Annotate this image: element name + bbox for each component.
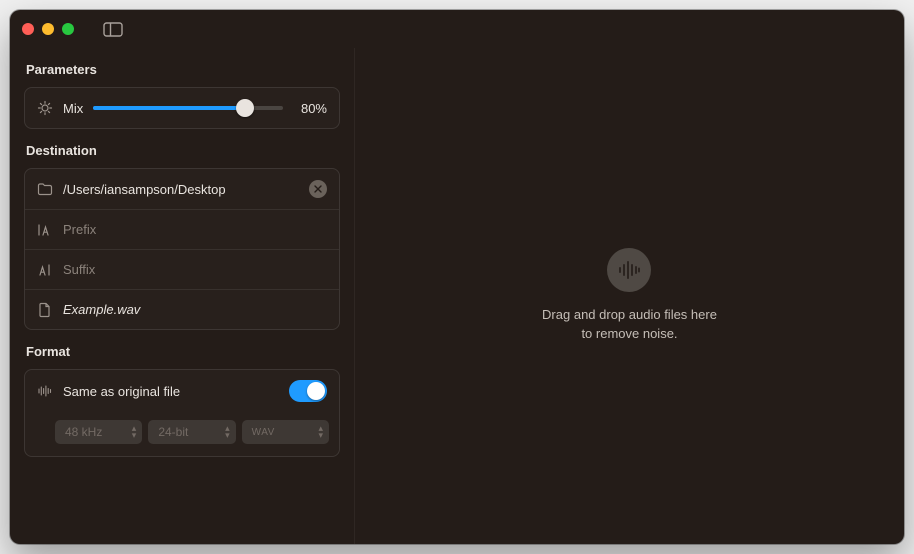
mix-value: 80%	[293, 101, 327, 116]
bit-depth-value: 24-bit	[158, 425, 188, 439]
minimize-window-button[interactable]	[42, 23, 54, 35]
titlebar	[10, 10, 904, 48]
drop-text-line2: to remove noise.	[542, 325, 717, 344]
destination-heading: Destination	[26, 143, 340, 158]
parameters-card: Mix 80%	[24, 87, 340, 129]
example-filename: Example.wav	[63, 302, 140, 317]
format-selects-row: 48 kHz ▴▾ 24-bit ▴▾ WAV ▴▾	[25, 412, 339, 456]
audio-wave-icon	[607, 248, 651, 292]
mix-slider[interactable]	[93, 106, 283, 110]
same-format-row: Same as original file	[25, 370, 339, 412]
stepper-arrows-icon: ▴▾	[225, 425, 230, 439]
zoom-window-button[interactable]	[62, 23, 74, 35]
container-value: WAV	[252, 427, 275, 438]
format-card: Same as original file 48 kHz ▴▾ 24-bit ▴…	[24, 369, 340, 457]
destination-card: Example.wav	[24, 168, 340, 330]
destination-path-input[interactable]	[63, 182, 299, 197]
stepper-arrows-icon: ▴▾	[132, 425, 137, 439]
content: Parameters	[10, 48, 904, 544]
waveform-icon	[37, 383, 53, 399]
same-as-original-label: Same as original file	[63, 384, 180, 399]
settings-sidebar: Parameters	[10, 48, 355, 544]
app-window: Parameters	[10, 10, 904, 544]
suffix-row	[25, 249, 339, 289]
drop-pane[interactable]: Drag and drop audio files here to remove…	[355, 48, 904, 544]
sample-rate-select[interactable]: 48 kHz ▴▾	[55, 420, 142, 444]
folder-icon	[37, 181, 53, 197]
sample-rate-value: 48 kHz	[65, 425, 102, 439]
drop-text: Drag and drop audio files here to remove…	[542, 306, 717, 344]
example-row: Example.wav	[25, 289, 339, 329]
mix-icon	[37, 100, 53, 116]
destination-path-row	[25, 169, 339, 209]
parameters-heading: Parameters	[26, 62, 340, 77]
mix-row: Mix 80%	[25, 88, 339, 128]
prefix-row	[25, 209, 339, 249]
format-heading: Format	[26, 344, 340, 359]
sidebar-toggle-button[interactable]	[102, 21, 124, 37]
close-window-button[interactable]	[22, 23, 34, 35]
clear-destination-button[interactable]	[309, 180, 327, 198]
traffic-lights	[22, 23, 74, 35]
prefix-icon	[37, 222, 53, 238]
stepper-arrows-icon: ▴▾	[318, 425, 323, 439]
prefix-input[interactable]	[63, 222, 327, 237]
suffix-icon	[37, 262, 53, 278]
drop-area: Drag and drop audio files here to remove…	[542, 248, 717, 344]
mix-label: Mix	[63, 101, 83, 116]
suffix-input[interactable]	[63, 262, 327, 277]
drop-text-line1: Drag and drop audio files here	[542, 306, 717, 325]
container-select[interactable]: WAV ▴▾	[242, 420, 329, 444]
bit-depth-select[interactable]: 24-bit ▴▾	[148, 420, 235, 444]
file-icon	[37, 302, 53, 318]
same-as-original-toggle[interactable]	[289, 380, 327, 402]
